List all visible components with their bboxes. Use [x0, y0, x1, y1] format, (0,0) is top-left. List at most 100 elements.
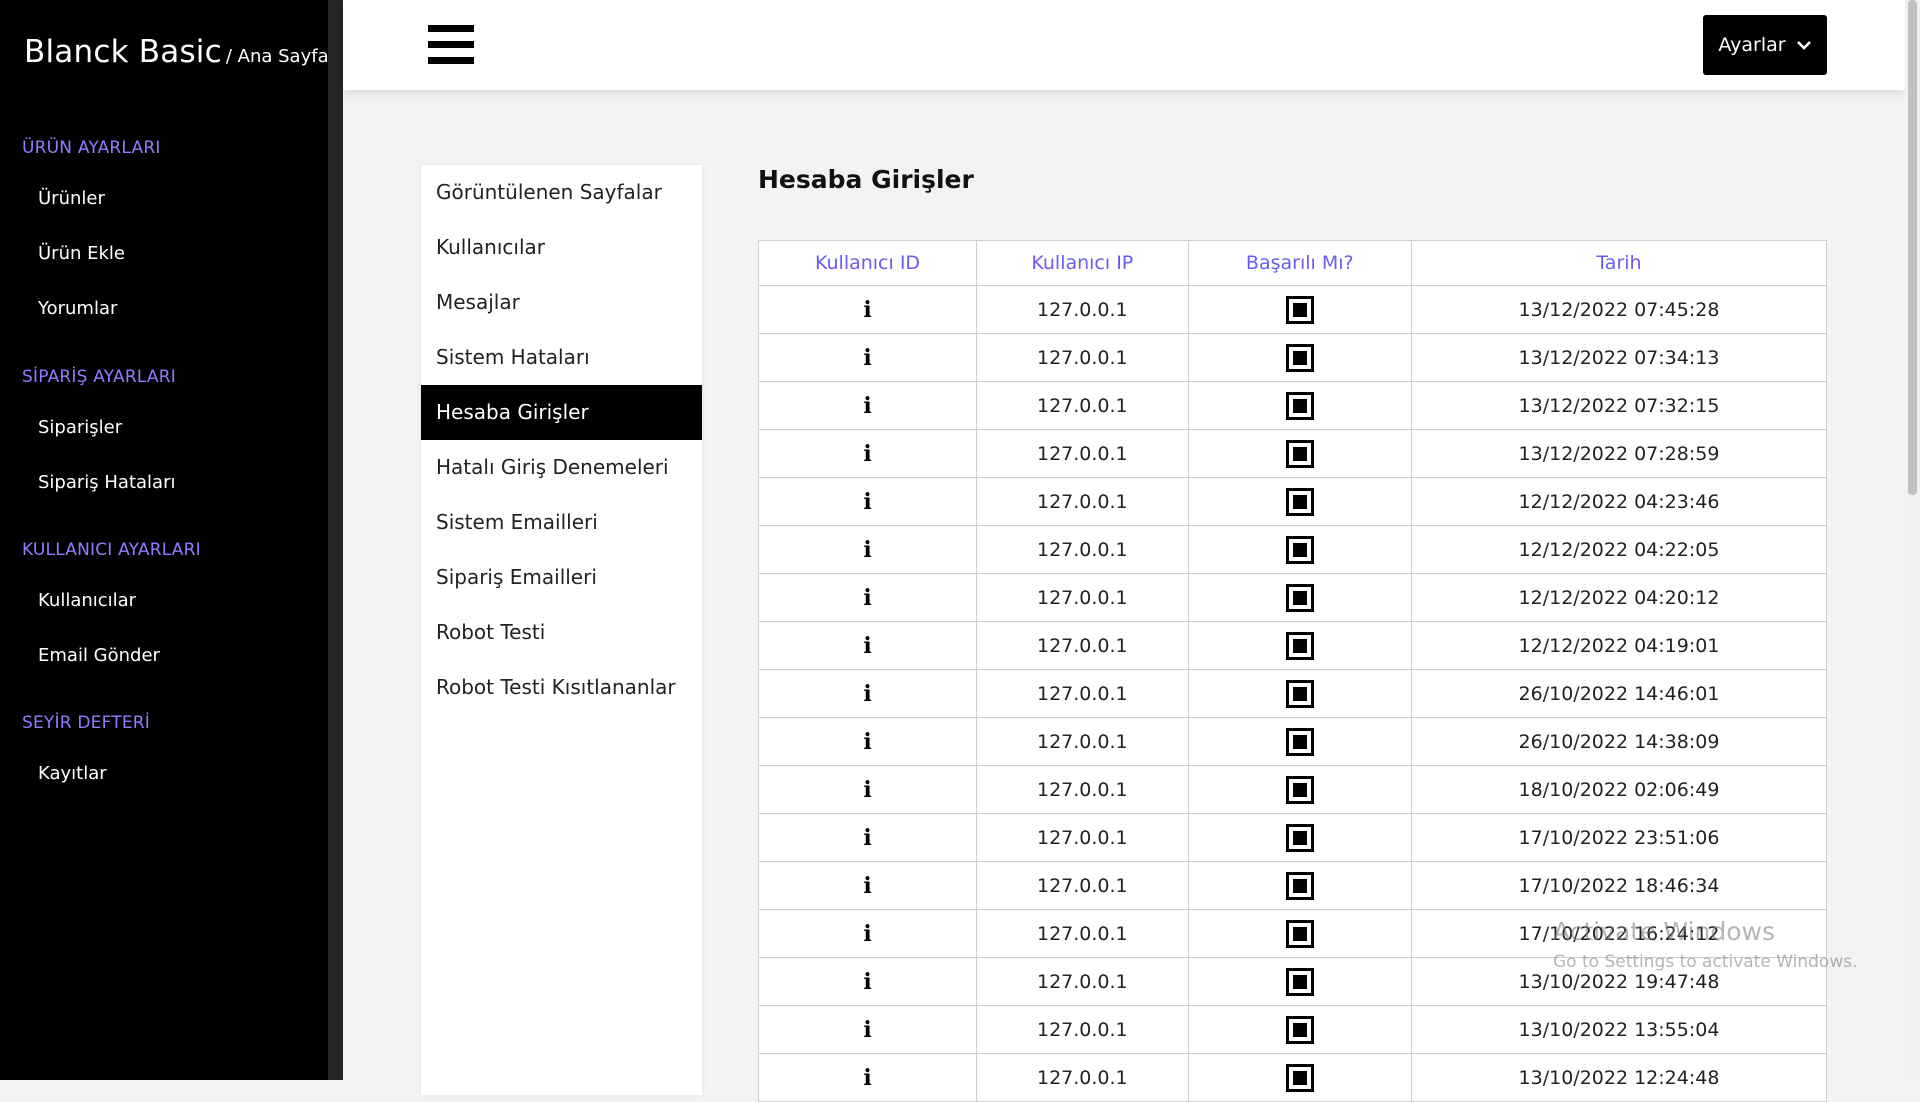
cell-user-id[interactable]: i: [757, 861, 978, 910]
cell-success: [1187, 765, 1412, 814]
success-checkbox-icon: [1285, 391, 1314, 420]
info-icon[interactable]: i: [863, 585, 871, 611]
submenu-robot-testi-kisitlananlar[interactable]: Robot Testi Kısıtlananlar: [421, 660, 702, 715]
logins-table: Kullanıcı ID Kullanıcı IP Başarılı Mı? T…: [757, 240, 1828, 1102]
cell-user-ip: 127.0.0.1: [976, 381, 1189, 430]
table-row: i 127.0.0.1 12/12/2022 04:20:12: [757, 573, 1828, 622]
submenu-hatali-giris-denemeleri[interactable]: Hatalı Giriş Denemeleri: [421, 440, 702, 495]
submenu-goruntulenen-sayfalar[interactable]: Görüntülenen Sayfalar: [421, 165, 702, 220]
cell-user-ip: 127.0.0.1: [976, 477, 1189, 526]
cell-success: [1187, 957, 1412, 1006]
settings-dropdown-button[interactable]: Ayarlar: [1703, 15, 1827, 75]
cell-user-id[interactable]: i: [757, 717, 978, 766]
submenu-robot-testi[interactable]: Robot Testi: [421, 605, 702, 660]
cell-user-id[interactable]: i: [757, 957, 978, 1006]
info-icon[interactable]: i: [863, 393, 871, 419]
info-icon[interactable]: i: [863, 921, 871, 947]
cell-user-ip: 127.0.0.1: [976, 669, 1189, 718]
table-row: i 127.0.0.1 13/10/2022 13:55:04: [757, 1005, 1828, 1054]
column-header-date: Tarih: [1410, 240, 1828, 286]
cell-user-ip: 127.0.0.1: [976, 813, 1189, 862]
sidebar-item-siparisler[interactable]: Siparişler: [38, 417, 122, 438]
sidebar-item-kayitlar[interactable]: Kayıtlar: [38, 763, 107, 784]
info-icon[interactable]: i: [863, 345, 871, 371]
submenu-sistem-emailleri[interactable]: Sistem Emailleri: [421, 495, 702, 550]
success-checkbox-icon: [1285, 1015, 1314, 1044]
info-icon[interactable]: i: [863, 1065, 871, 1091]
submenu-mesajlar[interactable]: Mesajlar: [421, 275, 702, 330]
chevron-down-icon: [1796, 41, 1811, 50]
table-body: i 127.0.0.1 13/12/2022 07:45:28 i 127.0.0.1 1…: [757, 285, 1828, 1102]
sidebar-item-urun-ekle[interactable]: Ürün Ekle: [38, 243, 125, 264]
info-icon[interactable]: i: [863, 297, 871, 323]
cell-user-id[interactable]: i: [757, 813, 978, 862]
page-title: Hesaba Girişler: [758, 165, 974, 194]
sidebar-item-email-gonder[interactable]: Email Gönder: [38, 645, 160, 666]
cell-user-ip: 127.0.0.1: [976, 285, 1189, 334]
table-row: i 127.0.0.1 12/12/2022 04:19:01: [757, 621, 1828, 670]
sidebar-section-urun-ayarlari: ÜRÜN AYARLARI: [22, 138, 161, 158]
info-icon[interactable]: i: [863, 441, 871, 467]
cell-user-id[interactable]: i: [757, 429, 978, 478]
success-checkbox-icon: [1285, 967, 1314, 996]
top-header: Ayarlar: [343, 0, 1905, 90]
table-row: i 127.0.0.1 26/10/2022 14:46:01: [757, 669, 1828, 718]
settings-label: Ayarlar: [1718, 34, 1786, 56]
success-checkbox-icon: [1285, 871, 1314, 900]
cell-user-id[interactable]: i: [757, 285, 978, 334]
cell-success: [1187, 1053, 1412, 1102]
cell-user-ip: 127.0.0.1: [976, 1053, 1189, 1102]
brand[interactable]: Blanck Basic / Ana Sayfa: [24, 34, 329, 70]
sidebar-item-siparis-hatalari[interactable]: Sipariş Hataları: [38, 472, 175, 493]
info-icon[interactable]: i: [863, 777, 871, 803]
cell-user-id[interactable]: i: [757, 1053, 978, 1102]
info-icon[interactable]: i: [863, 1017, 871, 1043]
sidebar-item-urunler[interactable]: Ürünler: [38, 188, 105, 209]
scrollbar-thumb[interactable]: [1908, 0, 1917, 495]
submenu-siparis-emailleri[interactable]: Sipariş Emailleri: [421, 550, 702, 605]
cell-user-id[interactable]: i: [757, 765, 978, 814]
info-icon[interactable]: i: [863, 873, 871, 899]
success-checkbox-icon: [1285, 583, 1314, 612]
cell-success: [1187, 909, 1412, 958]
cell-date: 17/10/2022 23:51:06: [1410, 813, 1828, 862]
cell-success: [1187, 1005, 1412, 1054]
cell-user-id[interactable]: i: [757, 381, 978, 430]
info-icon[interactable]: i: [863, 825, 871, 851]
cell-user-id[interactable]: i: [757, 621, 978, 670]
cell-user-id[interactable]: i: [757, 1005, 978, 1054]
cell-user-ip: 127.0.0.1: [976, 957, 1189, 1006]
brand-title: Blanck Basic: [24, 34, 222, 70]
submenu-hesaba-girisler[interactable]: Hesaba Girişler: [421, 385, 702, 440]
info-icon[interactable]: i: [863, 633, 871, 659]
success-checkbox-icon: [1285, 775, 1314, 804]
info-icon[interactable]: i: [863, 729, 871, 755]
cell-user-id[interactable]: i: [757, 573, 978, 622]
cell-user-id[interactable]: i: [757, 333, 978, 382]
info-icon[interactable]: i: [863, 537, 871, 563]
cell-user-id[interactable]: i: [757, 525, 978, 574]
hamburger-icon[interactable]: [428, 25, 474, 64]
info-icon[interactable]: i: [863, 681, 871, 707]
cell-user-id[interactable]: i: [757, 669, 978, 718]
cell-user-id[interactable]: i: [757, 477, 978, 526]
success-checkbox-icon: [1285, 1063, 1314, 1092]
info-icon[interactable]: i: [863, 489, 871, 515]
info-icon[interactable]: i: [863, 969, 871, 995]
cell-user-ip: 127.0.0.1: [976, 333, 1189, 382]
cell-success: [1187, 717, 1412, 766]
submenu-sistem-hatalari[interactable]: Sistem Hataları: [421, 330, 702, 385]
breadcrumb: / Ana Sayfa: [225, 46, 329, 67]
cell-user-ip: 127.0.0.1: [976, 621, 1189, 670]
sidebar-edge: [328, 0, 343, 1080]
cell-success: [1187, 861, 1412, 910]
table-row: i 127.0.0.1 17/10/2022 16:24:12: [757, 909, 1828, 958]
cell-success: [1187, 381, 1412, 430]
sidebar-item-kullanicilar[interactable]: Kullanıcılar: [38, 590, 136, 611]
cell-user-id[interactable]: i: [757, 909, 978, 958]
logins-table-wrap: Kullanıcı ID Kullanıcı IP Başarılı Mı? T…: [757, 240, 1828, 1102]
submenu-kullanicilar[interactable]: Kullanıcılar: [421, 220, 702, 275]
table-row: i 127.0.0.1 13/12/2022 07:32:15: [757, 381, 1828, 430]
cell-date: 26/10/2022 14:46:01: [1410, 669, 1828, 718]
sidebar-item-yorumlar[interactable]: Yorumlar: [38, 298, 117, 319]
